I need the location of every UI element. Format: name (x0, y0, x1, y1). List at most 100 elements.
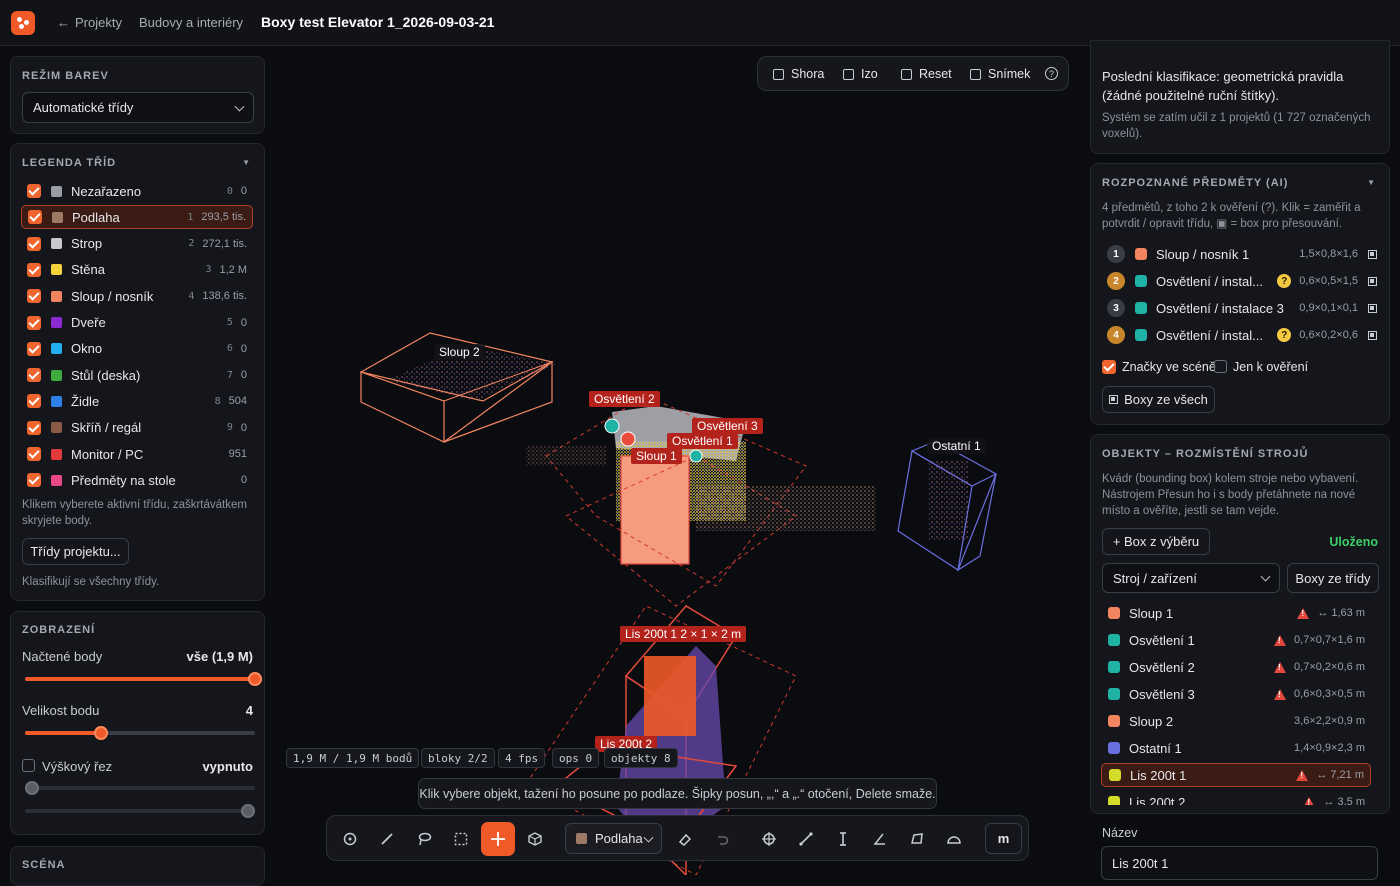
legend-visibility-checkbox[interactable] (27, 368, 41, 383)
object-color-swatch (1108, 607, 1120, 619)
active-class-select[interactable]: Podlaha (565, 823, 662, 854)
object-row[interactable]: Lis 200t 2 ↔ 3,5 m (1101, 790, 1371, 805)
legend-visibility-checkbox[interactable] (27, 394, 41, 409)
box-icon[interactable] (1368, 276, 1377, 286)
legend-item[interactable]: Stůl (deska) 7 0 (21, 363, 253, 387)
back-arrow-icon[interactable]: ← (57, 15, 70, 30)
undo-icon[interactable] (705, 822, 739, 856)
label-sloup-1[interactable]: Sloup 1 (631, 448, 682, 464)
object-type-select[interactable]: Stroj / zařízení (1102, 563, 1280, 593)
legend-visibility-checkbox[interactable] (27, 473, 41, 488)
crosshair-icon[interactable] (752, 822, 786, 856)
unit-button[interactable]: m (985, 823, 1022, 854)
measure-line-icon[interactable] (789, 822, 823, 856)
box-icon[interactable] (1368, 303, 1377, 313)
ai-object-row[interactable]: 3 Osvětlení / instalace 3 0,9×0,1×0,1 (1107, 296, 1377, 320)
protractor-icon[interactable] (937, 822, 971, 856)
view-button-reset[interactable]: Reset (901, 67, 952, 81)
legend-visibility-checkbox[interactable] (28, 210, 42, 225)
cube-tool-icon[interactable] (518, 822, 552, 856)
eraser-icon[interactable] (668, 822, 702, 856)
ai-object-row[interactable]: 4 Osvětlení / instal...? 0,6×0,2×0,6 (1107, 323, 1377, 347)
legend-item[interactable]: Dveře 5 0 (21, 311, 253, 335)
box-icon[interactable] (1368, 249, 1377, 259)
label-ostatni-1[interactable]: Ostatní 1 (927, 438, 986, 454)
object-row[interactable]: Osvětlení 3 0,6×0,3×0,5 m (1101, 682, 1371, 706)
ostatni1-bbox[interactable] (897, 440, 998, 572)
legend-visibility-checkbox[interactable] (27, 289, 41, 304)
legend-item[interactable]: Strop 2 272,1 tis. (21, 232, 253, 256)
object-color-swatch (1108, 715, 1120, 727)
view-button-shora[interactable]: Shora (773, 67, 824, 81)
label-osvetleni-1[interactable]: Osvětlení 1 (667, 433, 738, 449)
legend-item[interactable]: Sloup / nosník 4 138,6 tis. (21, 284, 253, 308)
legend-visibility-checkbox[interactable] (27, 447, 41, 461)
label-lis-200t-1[interactable]: Lis 200t 1 2 × 1 × 2 m (620, 626, 747, 642)
label-osvetleni-2[interactable]: Osvětlení 2 (589, 391, 660, 407)
object-row[interactable]: Ostatní 1 1,4×0,9×2,3 m (1101, 736, 1371, 760)
slider-knob[interactable] (93, 726, 108, 740)
brush-icon[interactable] (370, 822, 404, 856)
object-row[interactable]: Lis 200t 1 ↔ 7,21 m (1101, 763, 1371, 787)
area-measure-icon[interactable] (900, 822, 934, 856)
slider-knob[interactable] (25, 781, 39, 795)
legend-visibility-checkbox[interactable] (27, 341, 41, 356)
sloup1-bbox[interactable] (620, 455, 690, 565)
legend-visibility-checkbox[interactable] (27, 236, 41, 251)
ai-marker-3[interactable] (604, 418, 620, 434)
legend-item[interactable]: Předměty na stole 0 (21, 468, 253, 492)
objects-list[interactable]: Sloup 1↔ 1,63 m Osvětlení 10,7×0,7×1,6 m O… (1091, 601, 1391, 805)
label-sloup-2[interactable]: Sloup 2 (434, 344, 485, 360)
ai-marker-1[interactable] (620, 431, 636, 447)
height-cut-max-slider[interactable] (25, 804, 255, 818)
legend-item[interactable]: Stěna 3 1,2 M (21, 258, 253, 282)
boxes-from-all-button[interactable]: Boxy ze všech (1102, 386, 1215, 413)
height-measure-icon[interactable] (826, 822, 860, 856)
label-osvetleni-3[interactable]: Osvětlení 3 (692, 418, 763, 434)
legend-item[interactable]: Okno 6 0 (21, 337, 253, 361)
loaded-points-slider[interactable] (25, 672, 262, 686)
box-select-icon[interactable] (444, 822, 478, 856)
breadcrumb-category[interactable]: Budovy a interiéry (139, 15, 243, 30)
view-button-izo[interactable]: Izo (843, 67, 878, 81)
ai-marker-2[interactable] (689, 449, 703, 463)
box-from-selection-button[interactable]: + Box z výběru (1102, 528, 1210, 555)
verify-only-checkbox[interactable] (1214, 360, 1227, 373)
point-size-slider[interactable] (25, 726, 255, 740)
object-row[interactable]: Osvětlení 2 0,7×0,2×0,6 m (1101, 655, 1371, 679)
boxes-from-class-button[interactable]: Boxy ze třídy (1287, 563, 1379, 593)
object-row[interactable]: Sloup 2 3,6×2,2×0,9 m (1101, 709, 1371, 733)
collapse-icon[interactable]: ▼ (1367, 178, 1375, 187)
help-icon[interactable]: ? (1045, 67, 1058, 80)
angle-measure-icon[interactable] (863, 822, 897, 856)
legend-item[interactable]: Židle 8 504 (21, 389, 253, 413)
legend-visibility-checkbox[interactable] (27, 184, 41, 198)
view-button-snímek[interactable]: Snímek (970, 67, 1030, 81)
height-cut-checkbox[interactable] (22, 759, 35, 772)
legend-item[interactable]: Nezařazeno 0 0 (21, 179, 253, 203)
object-row[interactable]: Osvětlení 1 0,7×0,7×1,6 m (1101, 628, 1371, 652)
project-classes-button[interactable]: Třídy projektu... (22, 538, 129, 565)
height-cut-min-slider[interactable] (25, 781, 255, 795)
slider-knob[interactable] (248, 672, 262, 686)
legend-visibility-checkbox[interactable] (27, 420, 41, 435)
scene-marks-checkbox[interactable] (1102, 360, 1116, 374)
rotate-orbit-icon[interactable] (333, 822, 367, 856)
legend-item[interactable]: Monitor / PC 951 (21, 442, 253, 466)
lasso-icon[interactable] (407, 822, 441, 856)
legend-item[interactable]: Skříň / regál 9 0 (21, 416, 253, 440)
ai-object-row[interactable]: 2 Osvětlení / instal...? 0,6×0,5×1,5 (1107, 269, 1377, 293)
legend-visibility-checkbox[interactable] (27, 315, 41, 330)
ai-object-row[interactable]: 1 Sloup / nosník 1 1,5×0,8×1,6 (1107, 242, 1377, 266)
move-tool-icon[interactable] (481, 822, 515, 856)
color-mode-select[interactable]: Automatické třídy (22, 92, 254, 123)
slider-knob[interactable] (241, 804, 255, 818)
app-logo[interactable] (11, 11, 35, 35)
box-icon[interactable] (1368, 330, 1377, 340)
class-color-swatch (51, 343, 62, 355)
object-row[interactable]: Sloup 1 ↔ 1,63 m (1101, 601, 1371, 625)
back-to-projects-link[interactable]: Projekty (75, 15, 122, 30)
collapse-icon[interactable]: ▼ (242, 158, 250, 167)
legend-visibility-checkbox[interactable] (27, 262, 41, 277)
legend-item[interactable]: Podlaha 1 293,5 tis. (21, 205, 253, 230)
